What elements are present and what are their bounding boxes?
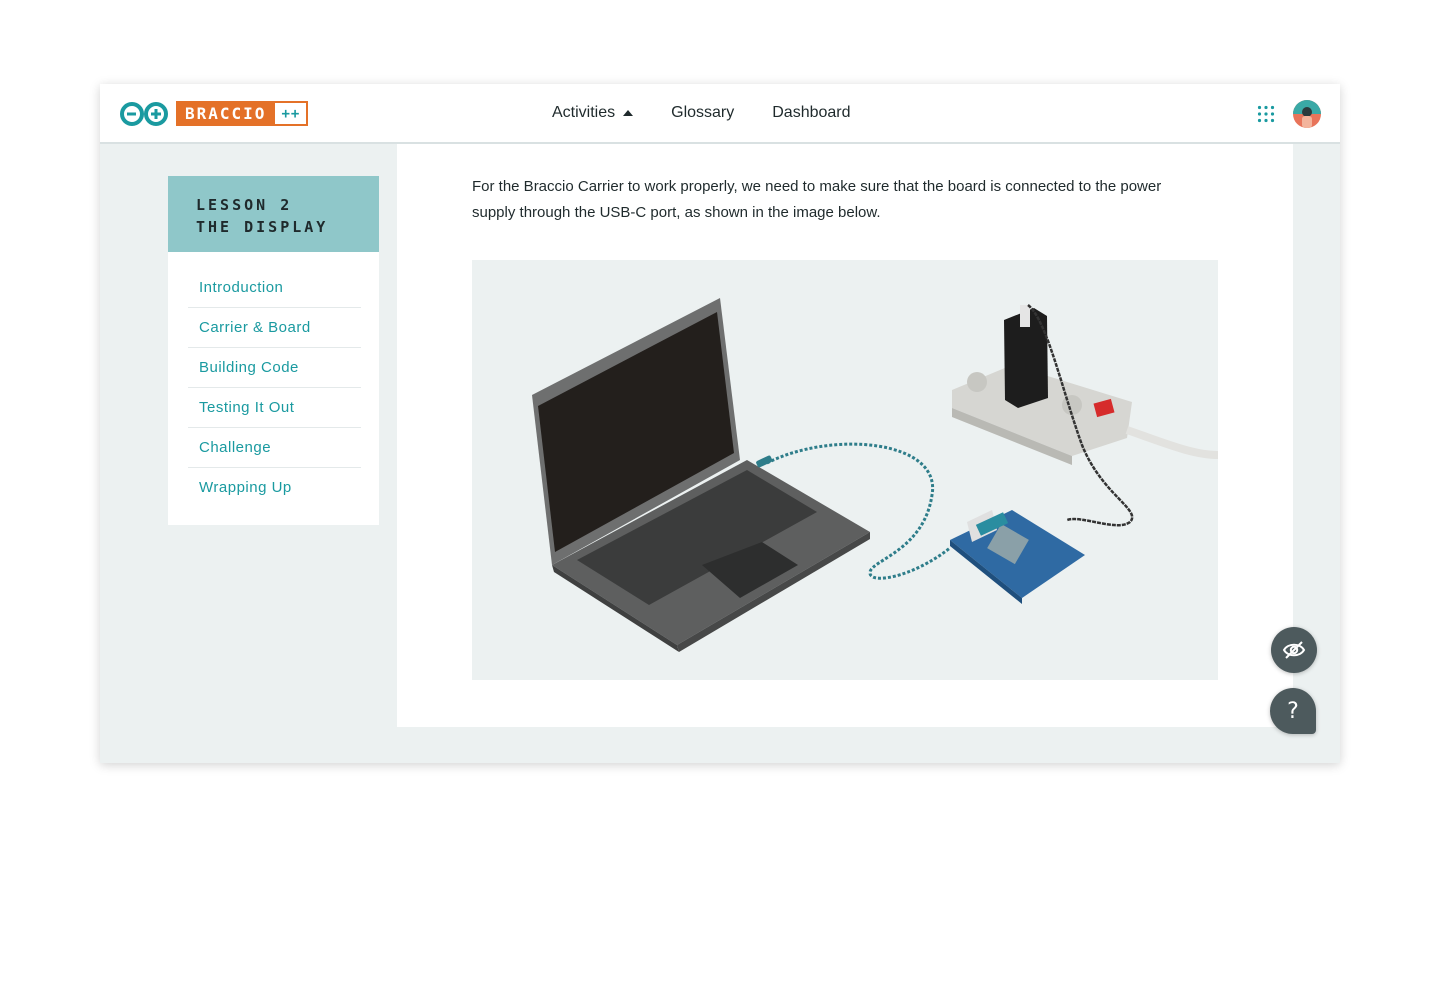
nav-glossary[interactable]: Glossary bbox=[671, 104, 734, 122]
app-window: BRACCIO ++ Activities Glossary Dashboard bbox=[100, 84, 1340, 763]
braccio-brand[interactable]: BRACCIO ++ bbox=[176, 101, 309, 126]
nav-activities[interactable]: Activities bbox=[552, 104, 634, 122]
section-wrapping-up[interactable]: Wrapping Up bbox=[188, 468, 361, 507]
section-testing-it-out[interactable]: Testing It Out bbox=[188, 388, 361, 428]
brand-name: BRACCIO bbox=[176, 101, 276, 126]
lesson-title: THE DISPLAY bbox=[196, 218, 329, 236]
setup-illustration bbox=[472, 260, 1218, 680]
nav-glossary-label: Glossary bbox=[671, 104, 735, 121]
lesson-paragraph: For the Braccio Carrier to work properly… bbox=[472, 178, 1162, 221]
nav-activities-label: Activities bbox=[552, 104, 616, 121]
hide-panel-button[interactable] bbox=[1271, 627, 1317, 673]
nav-dashboard[interactable]: Dashboard bbox=[772, 104, 850, 122]
section-challenge[interactable]: Challenge bbox=[188, 428, 361, 468]
lesson-content: For the Braccio Carrier to work properly… bbox=[397, 144, 1293, 727]
eye-off-icon bbox=[1282, 641, 1306, 659]
apps-grid-icon[interactable] bbox=[1257, 105, 1275, 123]
section-carrier-board[interactable]: Carrier & Board bbox=[188, 308, 361, 348]
lesson-sidebar: LESSON 2 THE DISPLAY Introduction Carrie… bbox=[168, 176, 379, 525]
section-building-code[interactable]: Building Code bbox=[188, 348, 361, 388]
avatar[interactable] bbox=[1293, 100, 1321, 128]
arduino-logo-icon[interactable] bbox=[119, 101, 169, 127]
nav-dashboard-label: Dashboard bbox=[772, 104, 851, 121]
lesson-number: LESSON 2 bbox=[196, 196, 293, 214]
brand-suffix: ++ bbox=[275, 101, 309, 126]
section-introduction[interactable]: Introduction bbox=[188, 268, 361, 308]
caret-up-icon bbox=[623, 110, 634, 116]
help-button[interactable]: ? bbox=[1270, 688, 1316, 734]
main-nav: Activities Glossary Dashboard bbox=[552, 84, 851, 142]
lesson-header: LESSON 2 THE DISPLAY bbox=[168, 176, 379, 252]
top-navbar: BRACCIO ++ Activities Glossary Dashboard bbox=[100, 84, 1340, 144]
lesson-section-list: Introduction Carrier & Board Building Co… bbox=[168, 252, 379, 525]
